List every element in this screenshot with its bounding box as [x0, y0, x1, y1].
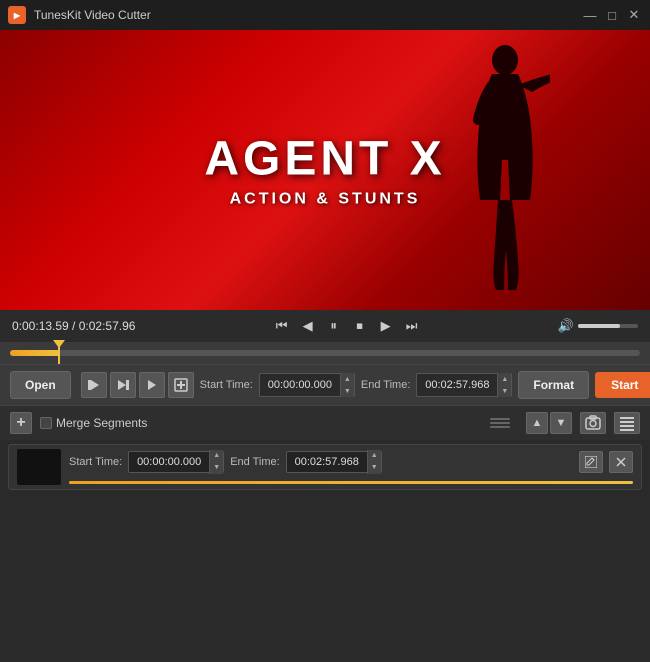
timeline-fill [10, 350, 60, 356]
end-time-up[interactable]: ▲ [497, 373, 511, 385]
pause-button[interactable]: ⏸ [323, 315, 345, 337]
add-segment-button[interactable] [168, 372, 194, 398]
list-view-button[interactable] [614, 412, 640, 434]
segment-order-controls: ▲ ▼ [526, 412, 572, 434]
volume-fill [578, 324, 620, 328]
needle-top [53, 340, 65, 348]
title-bar: ▶ TunesKit Video Cutter — □ ✕ [0, 0, 650, 30]
seg-end-up[interactable]: ▲ [367, 450, 381, 462]
segments-section: + Merge Segments ▲ ▼ [0, 405, 650, 440]
volume-section: 🔊 [558, 318, 638, 334]
edit-buttons [81, 372, 194, 398]
timeline-track [10, 350, 640, 356]
seg-start-time-input[interactable]: 00:00:00.000 ▲ ▼ [128, 451, 224, 473]
seg-end-spinner: ▲ ▼ [367, 450, 381, 474]
playback-controls: ⏮ ◀ ⏸ ⏹ ▶ ⏭ [271, 315, 423, 337]
prev-frame-button[interactable]: ◀ [297, 315, 319, 337]
play-button[interactable]: ▶ [375, 315, 397, 337]
end-time-value: 00:02:57.968 [417, 379, 497, 391]
segment-down-button[interactable]: ▼ [550, 412, 572, 434]
mark-in-button[interactable] [81, 372, 107, 398]
controls-section: Open Start Time: 00:00:00.000 ▲ ▼ End Ti… [0, 364, 650, 405]
segment-thumbnail [17, 449, 61, 485]
start-time-down[interactable]: ▼ [340, 385, 354, 397]
merge-checkbox[interactable] [40, 417, 52, 429]
app-title: TunesKit Video Cutter [34, 8, 582, 22]
seg-start-time-value: 00:00:00.000 [129, 456, 209, 468]
end-time-spinner: ▲ ▼ [497, 373, 511, 397]
timeline-bar[interactable] [0, 342, 650, 364]
seg-start-label: Start Time: [69, 456, 122, 468]
start-time-value: 00:00:00.000 [260, 379, 340, 391]
volume-icon: 🔊 [558, 318, 574, 334]
seg-start-spinner: ▲ ▼ [209, 450, 223, 474]
play-segment-button[interactable] [139, 372, 165, 398]
segment-list: Start Time: 00:00:00.000 ▲ ▼ End Time: 0… [0, 440, 650, 520]
timeline-needle[interactable] [58, 342, 60, 364]
maximize-button[interactable]: □ [604, 7, 620, 23]
next-frame-button[interactable]: ⏭ [401, 315, 423, 337]
merge-checkbox-group: Merge Segments [40, 416, 147, 430]
stop-button[interactable]: ⏹ [349, 315, 371, 337]
step-back-button[interactable]: ⏮ [271, 315, 293, 337]
seg-edit-button[interactable] [579, 451, 603, 473]
window-controls: — □ ✕ [582, 7, 642, 23]
close-button[interactable]: ✕ [626, 7, 642, 23]
start-time-label: Start Time: [200, 379, 253, 391]
playback-bar: 0:00:13.59 / 0:02:57.96 ⏮ ◀ ⏸ ⏹ ▶ ⏭ 🔊 [0, 310, 650, 342]
seg-start-down[interactable]: ▼ [209, 462, 223, 474]
start-time-spinner: ▲ ▼ [340, 373, 354, 397]
video-preview: AGENT X ACTION & STUNTS [0, 30, 650, 310]
video-subtitle: ACTION & STUNTS [204, 191, 445, 209]
app-icon: ▶ [8, 6, 26, 24]
seg-end-time-value: 00:02:57.968 [287, 456, 367, 468]
segment-up-button[interactable]: ▲ [526, 412, 548, 434]
seg-end-time-input[interactable]: 00:02:57.968 ▲ ▼ [286, 451, 382, 473]
time-display: 0:00:13.59 / 0:02:57.96 [12, 319, 135, 333]
end-time-input[interactable]: 00:02:57.968 ▲ ▼ [416, 373, 512, 397]
seg-end-down[interactable]: ▼ [367, 462, 381, 474]
video-title-overlay: AGENT X ACTION & STUNTS [204, 132, 445, 209]
drag-handle [490, 418, 510, 428]
screenshot-button[interactable] [580, 412, 606, 434]
end-time-down[interactable]: ▼ [497, 385, 511, 397]
silhouette-figure [460, 40, 550, 300]
merge-label: Merge Segments [56, 416, 147, 430]
mark-out-button[interactable] [110, 372, 136, 398]
segment-row: Start Time: 00:00:00.000 ▲ ▼ End Time: 0… [8, 444, 642, 490]
start-time-input[interactable]: 00:00:00.000 ▲ ▼ [259, 373, 355, 397]
minimize-button[interactable]: — [582, 7, 598, 23]
add-segment-btn[interactable]: + [10, 412, 32, 434]
volume-slider[interactable] [578, 324, 638, 328]
video-main-title: AGENT X [204, 132, 445, 187]
end-time-label: End Time: [361, 379, 411, 391]
segment-progress-bar [69, 481, 633, 484]
seg-start-up[interactable]: ▲ [209, 450, 223, 462]
seg-end-label: End Time: [230, 456, 280, 468]
seg-delete-button[interactable] [609, 451, 633, 473]
bottom-empty-area [0, 520, 650, 662]
start-button[interactable]: Start [595, 372, 650, 398]
open-button[interactable]: Open [10, 371, 71, 399]
start-time-up[interactable]: ▲ [340, 373, 354, 385]
format-button[interactable]: Format [518, 371, 589, 399]
